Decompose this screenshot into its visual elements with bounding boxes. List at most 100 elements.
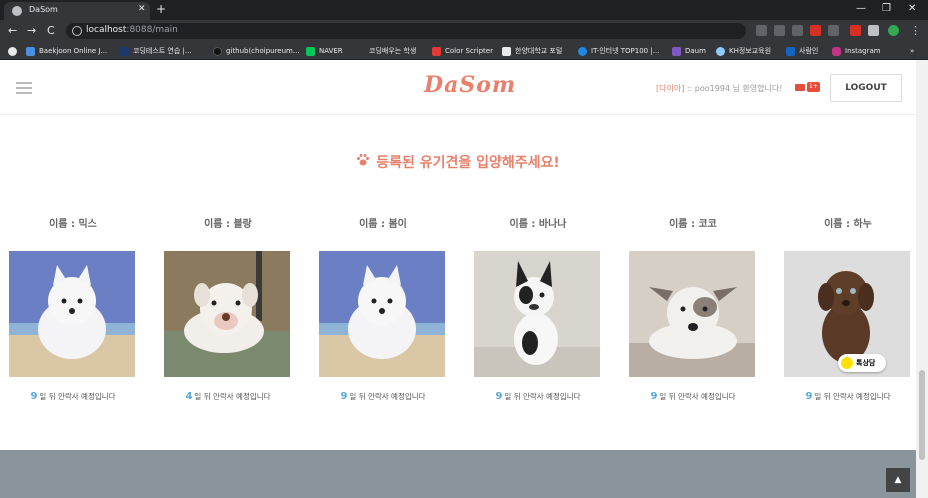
scrollbar-thumb[interactable] <box>919 370 925 460</box>
puzzle-icon[interactable] <box>868 25 879 36</box>
favicon-icon <box>12 6 22 16</box>
bookmark-item[interactable] <box>8 45 21 57</box>
dog-card[interactable]: 이름 : 봄이 9일 뒤 안락사 예정입니다 <box>319 215 447 402</box>
user-grade: [다이아] <box>656 84 685 93</box>
back-button[interactable]: ← <box>8 24 17 37</box>
euthanasia-notice: 9일 뒤 안락사 예정입니다 <box>474 391 602 402</box>
url-path: :8088/main <box>126 25 178 35</box>
bookmark-item[interactable]: IT-인터넷 TOP100 |... <box>578 45 659 57</box>
blog-icon <box>356 46 365 56</box>
dog-card[interactable]: 이름 : 믹스 9일 뒤 안락사 예정입니다 <box>9 215 137 402</box>
dog-name: 이름 : 봄이 <box>359 219 407 230</box>
extension-icon[interactable] <box>756 25 767 36</box>
url-field[interactable]: localhost:8088/main <box>66 23 746 39</box>
mail-icon[interactable] <box>795 84 805 91</box>
dog-card[interactable]: 이름 : 블랑 4일 뒤 안락사 예정입니다 <box>164 215 292 402</box>
dog-photo[interactable] <box>629 251 755 377</box>
page-scrollbar[interactable] <box>916 60 928 498</box>
dog-name: 이름 : 블랑 <box>204 219 252 230</box>
headline-text: 등록된 유기견을 입양해주세요! <box>376 155 560 171</box>
mail-count-badge: 1+ <box>807 82 820 92</box>
more-bookmarks-button[interactable]: » <box>910 45 914 57</box>
hamburger-menu-icon[interactable] <box>16 82 32 94</box>
instagram-icon <box>832 46 841 56</box>
dog-card[interactable]: 이름 : 바나나 9일 뒤 안락사 예정입니다 <box>474 215 602 402</box>
daum-icon <box>672 46 681 56</box>
bookmark-item[interactable]: 코딩테스트 연습 |... <box>120 45 192 57</box>
tab-close-icon[interactable]: ✕ <box>138 4 146 14</box>
days-suffix: 일 뒤 안락사 예정입니다 <box>814 392 891 401</box>
profile-avatar[interactable] <box>888 25 899 36</box>
paw-icon <box>356 153 370 171</box>
browser-tab-bar: DaSom ✕ + — ❐ ✕ <box>0 0 928 20</box>
url-host: localhost <box>86 25 127 35</box>
restore-button[interactable]: ❐ <box>882 3 891 14</box>
bookmark-item[interactable]: 코딩배우는 학생 <box>356 45 416 57</box>
forward-button[interactable]: → <box>27 24 36 37</box>
extension-icon[interactable] <box>792 25 803 36</box>
dog-card[interactable]: 이름 : 코코 9일 뒤 안락사 예정입니다 <box>629 215 757 402</box>
bookmark-item[interactable]: 사람인 <box>786 45 818 57</box>
kh-icon <box>716 46 725 56</box>
site-footer <box>0 450 916 498</box>
minimize-button[interactable]: — <box>856 3 866 14</box>
scroll-top-button[interactable]: ▲ <box>886 468 910 492</box>
euthanasia-notice: 9일 뒤 안락사 예정입니다 <box>9 391 137 402</box>
days-suffix: 일 뒤 안락사 예정입니다 <box>39 392 116 401</box>
dog-card[interactable]: 이름 : 하누 9일 뒤 안락사 예정입니다 <box>784 215 912 402</box>
bookmark-item[interactable]: Baekjoon Online J... <box>26 45 107 57</box>
menu-dots-icon[interactable]: ⋮ <box>910 24 921 37</box>
university-icon <box>502 46 511 56</box>
dog-name: 이름 : 하누 <box>824 219 872 230</box>
dog-name: 이름 : 코코 <box>669 219 717 230</box>
welcome-text: :: poo1994 님 환영합니다! <box>686 84 783 93</box>
page-title: 등록된 유기견을 입양해주세요! <box>0 152 916 172</box>
window-close-button[interactable]: ✕ <box>908 3 916 14</box>
logout-button[interactable]: LOGOUT <box>830 74 902 102</box>
tab-title: DaSom <box>29 5 58 14</box>
bookmark-item[interactable]: KH정보교육원 <box>716 45 771 57</box>
ranking-icon <box>578 46 587 56</box>
extension-icon[interactable] <box>850 25 861 36</box>
days-left: 9 <box>805 391 813 402</box>
euthanasia-notice: 4일 뒤 안락사 예정입니다 <box>164 391 292 402</box>
dog-photo[interactable] <box>164 251 290 377</box>
euthanasia-notice: 9일 뒤 안락사 예정입니다 <box>629 391 757 402</box>
dog-name: 이름 : 믹스 <box>49 219 97 230</box>
bookmark-item[interactable]: NAVER <box>306 45 343 57</box>
pdf-extension-icon[interactable] <box>810 25 821 36</box>
days-suffix: 일 뒤 안락사 예정입니다 <box>349 392 426 401</box>
kakao-chat-button[interactable]: 톡상담 <box>838 354 886 372</box>
dog-photo[interactable] <box>9 251 135 377</box>
address-bar: ← → C localhost:8088/main ⋮ <box>0 20 928 42</box>
days-suffix: 일 뒤 안락사 예정입니다 <box>659 392 736 401</box>
bookmark-item[interactable]: 한양대학교 포털 <box>502 45 562 57</box>
kakao-chat-label: 톡상담 <box>856 359 876 367</box>
dog-photo[interactable] <box>474 251 600 377</box>
new-tab-button[interactable]: + <box>156 2 166 16</box>
bookmark-item[interactable]: Instagram <box>832 45 881 57</box>
reload-button[interactable]: C <box>47 24 55 37</box>
apps-icon <box>8 46 17 56</box>
bookmark-item[interactable]: Color Scripter <box>432 45 493 57</box>
days-left: 9 <box>495 391 503 402</box>
baekjoon-icon <box>26 46 35 56</box>
programmers-icon <box>120 46 129 56</box>
extension-icon[interactable] <box>828 25 839 36</box>
naver-icon <box>306 46 315 56</box>
page-content: DaSom [다이아] :: poo1994 님 환영합니다! 1+ LOGOU… <box>0 60 916 498</box>
site-logo[interactable]: DaSom <box>424 72 516 98</box>
days-left: 4 <box>185 391 193 402</box>
browser-tab[interactable]: DaSom ✕ <box>4 2 150 20</box>
github-icon <box>213 46 222 56</box>
bookmark-item[interactable]: Daum <box>672 45 706 57</box>
euthanasia-notice: 9일 뒤 안락사 예정입니다 <box>319 391 447 402</box>
extension-icon[interactable] <box>774 25 785 36</box>
dog-photo[interactable] <box>319 251 445 377</box>
days-suffix: 일 뒤 안락사 예정입니다 <box>194 392 271 401</box>
colorscripter-icon <box>432 46 441 56</box>
euthanasia-notice: 9일 뒤 안락사 예정입니다 <box>784 391 912 402</box>
site-info-icon[interactable] <box>72 26 82 36</box>
bookmark-item[interactable]: github(choipureum... <box>213 45 300 57</box>
saramin-icon <box>786 46 795 56</box>
